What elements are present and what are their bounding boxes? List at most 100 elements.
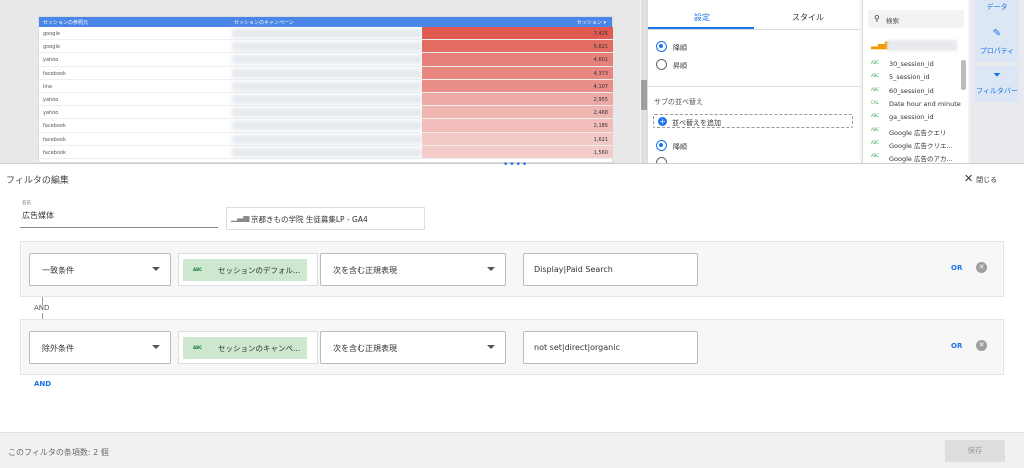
field-name: Google 広告クリエ... — [889, 141, 953, 150]
close-icon: ✕ — [964, 172, 974, 185]
table-row[interactable]: facebook 1,621 — [39, 132, 613, 146]
field-name: 60_session_id — [889, 86, 934, 95]
field-list-item[interactable]: ABC Google 広告のアカ... — [871, 151, 963, 163]
field-name: 30_session_id — [889, 60, 934, 68]
sort-desc-radio[interactable] — [656, 41, 667, 52]
sessions-cell: 2,955 — [593, 96, 608, 103]
campaign-cell-redacted — [232, 108, 422, 118]
text-type-icon: ABC — [871, 86, 880, 92]
table-row[interactable]: facebook 1,560 — [39, 145, 613, 159]
filter-clause-1: 一致条件 ABC セッションのデフォル... 次を含む正規表現 Display|… — [20, 241, 1004, 297]
campaign-cell-redacted — [232, 121, 422, 131]
sort-asc-radio[interactable] — [656, 59, 667, 70]
condition-select[interactable]: 一致条件 — [29, 253, 171, 286]
text-type-icon: ABC — [871, 126, 880, 132]
calendar-icon: CAL — [871, 99, 879, 105]
table-row[interactable]: facebook 2,185 — [39, 119, 613, 133]
value-input[interactable]: Display|Paid Search — [523, 253, 698, 286]
save-button[interactable]: 保存 — [945, 440, 1005, 462]
data-panel: ⚲ 検索 ▂▄▆ ABC 30_session_id ABC 5_session_id… — [862, 0, 968, 163]
datasource-icon: ▁▃▅ — [231, 213, 250, 222]
condition-value: 一致条件 — [42, 266, 74, 275]
campaign-cell-redacted — [232, 55, 422, 65]
remove-clause-icon[interactable]: ✕ — [976, 262, 987, 273]
filter-bar-label: フィルタバー — [976, 87, 1018, 95]
filter-editor-title: フィルタの編集 — [6, 176, 69, 186]
data-label: データ — [986, 3, 1008, 11]
report-canvas: セッションの参照元 セッションのキャンペーン セッション ▾ google 7,4… — [0, 0, 640, 163]
properties-button[interactable]: ✎ プロパティ — [975, 24, 1019, 62]
dimension-chip[interactable]: ABC セッションのキャンペ... — [183, 337, 307, 359]
dimension-field[interactable]: ABC セッションのデフォル... — [178, 253, 318, 286]
table-row[interactable]: line 4,107 — [39, 79, 613, 93]
column-header-source[interactable]: セッションの参照元 — [43, 19, 88, 26]
text-type-icon: ABC — [871, 139, 880, 145]
report-editor-area: セッションの参照元 セッションのキャンペーン セッション ▾ google 7,4… — [0, 0, 1024, 163]
tab-settings[interactable]: 設定 — [652, 12, 752, 23]
field-list-item[interactable]: ABC Google 広告クエリ — [871, 125, 963, 137]
or-button[interactable]: OR — [951, 264, 962, 272]
source-cell: yahoo — [43, 110, 59, 117]
field-list-item[interactable]: ABC 60_session_id — [871, 85, 963, 97]
datasource-name: 京都きもの学院 生徒募集LP - GA4 — [251, 215, 368, 224]
sessions-cell: 1,560 — [593, 149, 608, 156]
data-table[interactable]: セッションの参照元 セッションのキャンペーン セッション ▾ google 7,4… — [38, 16, 613, 163]
clause-count-text: このフィルタの条項数: 2 個 — [8, 448, 109, 457]
condition-select[interactable]: 除外条件 — [29, 331, 171, 364]
table-row[interactable]: yahoo 2,468 — [39, 106, 613, 120]
panel-resize-handle[interactable]: •••• — [503, 160, 528, 170]
sessions-cell: 5,621 — [593, 44, 608, 51]
heatmap-cell — [422, 132, 613, 145]
secondary-sort-desc-radio[interactable] — [656, 140, 667, 151]
field-list-item[interactable]: ABC 5_session_id — [871, 71, 963, 83]
dimension-field[interactable]: ABC セッションのキャンペ... — [178, 331, 318, 364]
dimension-name: セッションのキャンペ... — [218, 344, 301, 353]
operator-select[interactable]: 次を含む正規表現 — [320, 253, 506, 286]
filter-name-input[interactable]: 広告媒体 — [22, 210, 54, 221]
source-cell: google — [43, 44, 60, 51]
filter-icon: ⏷ — [993, 70, 1001, 81]
heatmap-cell — [422, 53, 613, 66]
dimension-chip[interactable]: ABC セッションのデフォル... — [183, 259, 307, 281]
search-placeholder: 検索 — [886, 17, 899, 25]
tab-style[interactable]: スタイル — [758, 12, 858, 23]
add-sort-button[interactable]: + 並べ替えを追加 — [653, 114, 853, 128]
source-cell: yahoo — [43, 57, 59, 64]
table-row[interactable]: google 7,425 — [39, 27, 613, 41]
campaign-cell-redacted — [232, 81, 422, 91]
or-button[interactable]: OR — [951, 342, 962, 350]
table-row[interactable]: yahoo 4,601 — [39, 53, 613, 67]
chevron-down-icon — [487, 345, 495, 349]
heatmap-cell — [422, 79, 613, 92]
section-divider — [648, 86, 861, 87]
field-list-item[interactable]: ABC Google 広告クリエ... — [871, 138, 963, 150]
secondary-sort-title: サブの並べ替え — [654, 98, 703, 106]
sessions-cell: 4,107 — [593, 83, 608, 90]
remove-clause-icon[interactable]: ✕ — [976, 340, 987, 351]
properties-label: プロパティ — [979, 47, 1015, 55]
filter-editor-footer: このフィルタの条項数: 2 個 保存 — [0, 432, 1024, 468]
column-header-campaign[interactable]: セッションのキャンペーン — [234, 19, 294, 26]
field-list-item[interactable]: ABC ga_session_id — [871, 111, 963, 123]
field-list-scrollbar[interactable] — [961, 60, 966, 90]
secondary-sort-desc-label: 降順 — [673, 143, 687, 151]
settings-panel: 設定 スタイル 降順 昇順 サブの並べ替え + 並べ替えを追加 降順 — [647, 0, 861, 163]
table-row[interactable]: facebook 4,373 — [39, 66, 613, 80]
chevron-down-icon — [487, 267, 495, 271]
value-text: not set|direct|organic — [534, 343, 620, 352]
filter-bar-button[interactable]: ⏷ フィルタバー — [975, 66, 1019, 102]
add-and-button[interactable]: AND — [34, 380, 51, 388]
field-search-box[interactable]: ⚲ 検索 — [868, 10, 964, 28]
search-icon: ⚲ — [874, 14, 880, 23]
field-list-item[interactable]: ABC 30_session_id — [871, 58, 963, 70]
field-list-item[interactable]: CAL Date hour and minute — [871, 98, 963, 110]
datasource-selector[interactable]: ▁▃▅ 京都きもの学院 生徒募集LP - GA4 — [226, 207, 425, 230]
heatmap-cell — [422, 66, 613, 79]
table-row[interactable]: yahoo 2,955 — [39, 92, 613, 107]
operator-select[interactable]: 次を含む正規表現 — [320, 331, 506, 364]
heatmap-cell — [422, 40, 613, 53]
table-row[interactable]: google 5,621 — [39, 40, 613, 54]
value-input[interactable]: not set|direct|organic — [523, 331, 698, 364]
close-button[interactable]: ✕ 閉じる — [964, 172, 997, 185]
column-header-sessions[interactable]: セッション ▾ — [577, 19, 606, 26]
